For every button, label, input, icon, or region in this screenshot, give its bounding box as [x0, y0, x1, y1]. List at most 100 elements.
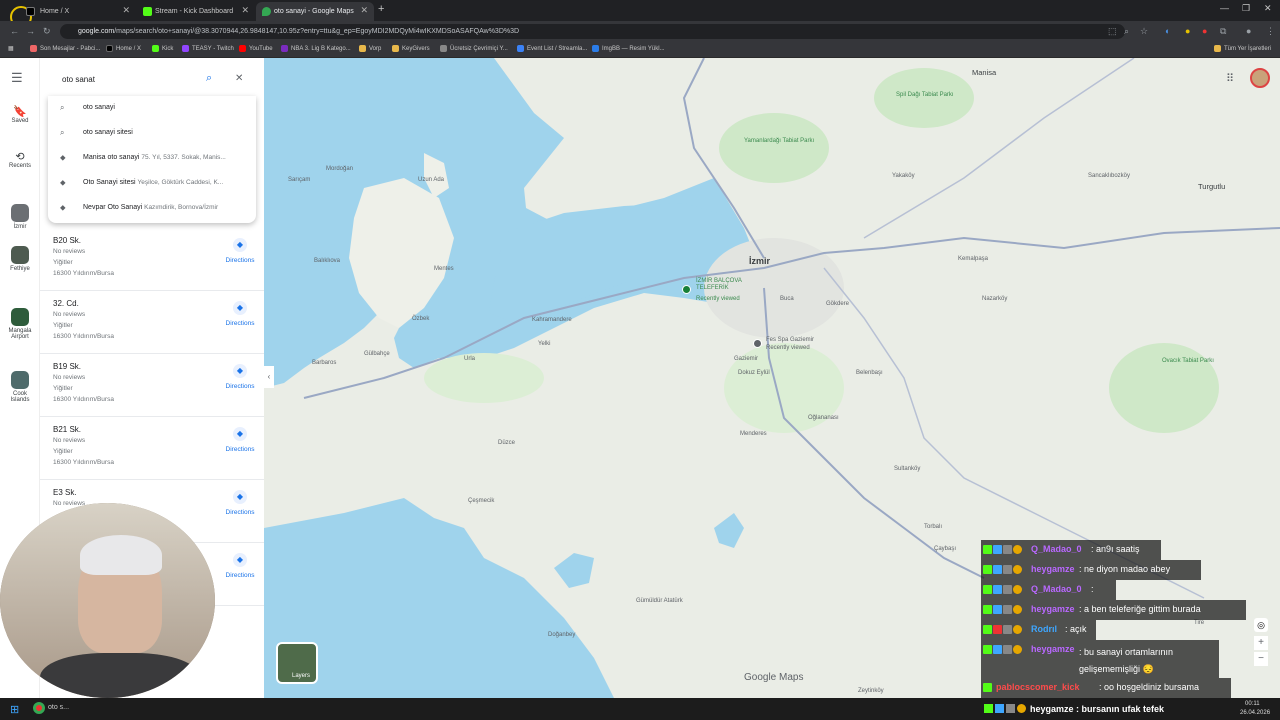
- result-name[interactable]: B19 Sk.: [53, 362, 81, 371]
- bookmark-item[interactable]: Kick: [152, 45, 173, 52]
- chat-username[interactable]: Q_Madao_0: [1031, 584, 1082, 594]
- search-input[interactable]: oto sanat: [62, 75, 95, 84]
- extension-yellow-icon[interactable]: ●: [1185, 26, 1190, 36]
- map-label[interactable]: İZMİR BALÇOVA TELEFERİK: [696, 278, 756, 292]
- rail-mangala-airport[interactable]: Mangala Airport: [4, 308, 36, 340]
- directions-button[interactable]: ◆ Directions: [222, 427, 258, 453]
- directions-button[interactable]: ◆ Directions: [222, 553, 258, 579]
- chrome-taskbar-icon[interactable]: [33, 702, 45, 714]
- result-name[interactable]: B21 Sk.: [53, 425, 81, 434]
- install-icon[interactable]: ⬚: [1108, 26, 1117, 37]
- layers-button[interactable]: Layers: [276, 642, 318, 684]
- menu-icon[interactable]: ☰: [11, 70, 23, 86]
- account-avatar[interactable]: [1250, 68, 1270, 88]
- map-label[interactable]: Buca: [780, 296, 794, 302]
- tab-home-x[interactable]: Home / X ✕: [18, 2, 136, 21]
- bookmark-item[interactable]: Son Mesajlar - Pabci...: [30, 45, 100, 52]
- directions-button[interactable]: ◆ Directions: [222, 301, 258, 327]
- chat-username[interactable]: heygamze: [1031, 644, 1075, 654]
- tab-google-maps[interactable]: oto sanayi - Google Maps ✕: [256, 2, 374, 21]
- map-label[interactable]: Mordoğan: [326, 166, 353, 172]
- search-icon[interactable]: ⌕: [206, 72, 212, 85]
- suggestion-item[interactable]: ⌕ oto sanayi sitesi: [48, 121, 256, 146]
- apps-icon[interactable]: ▦: [8, 45, 14, 52]
- map-label[interactable]: Turgutlu: [1198, 182, 1225, 191]
- new-tab-button[interactable]: +: [378, 3, 384, 15]
- close-icon[interactable]: ✕: [122, 5, 130, 16]
- chat-username[interactable]: heygamze: [1031, 564, 1075, 574]
- bookmark-item[interactable]: KeyGivers: [392, 45, 430, 52]
- extension-blue-icon[interactable]: ◐: [1165, 26, 1170, 36]
- map-label[interactable]: Mentes: [434, 266, 454, 272]
- map-label[interactable]: Nazarköy: [982, 296, 1007, 302]
- map-label[interactable]: Zeytinköy: [858, 688, 884, 694]
- chat-username[interactable]: heygamze: [1031, 604, 1075, 614]
- map-label[interactable]: Recently viewed: [766, 345, 810, 351]
- map-label[interactable]: Doğanbey: [548, 632, 575, 638]
- map-label[interactable]: Fes Spa Gaziemir: [766, 337, 814, 343]
- bookmark-star-icon[interactable]: ☆: [1140, 26, 1148, 37]
- map-label[interactable]: Gaziemir: [734, 356, 758, 362]
- all-bookmarks[interactable]: Tüm Yer İşaretleri: [1214, 45, 1271, 52]
- map-label[interactable]: Sarıçam: [288, 177, 310, 183]
- map-label[interactable]: Kemalpaşa: [958, 256, 988, 262]
- map-label[interactable]: Yakaköy: [892, 173, 915, 179]
- map-label[interactable]: Uzun Ada: [418, 177, 444, 183]
- bookmark-item[interactable]: Event List / Streamla...: [517, 45, 587, 52]
- directions-button[interactable]: ◆ Directions: [222, 238, 258, 264]
- bookmark-item[interactable]: TEASY - Twitch: [182, 45, 234, 52]
- zoom-icon[interactable]: ⌕: [1124, 26, 1129, 37]
- maximize-button[interactable]: ❐: [1242, 3, 1250, 14]
- map-label[interactable]: Manisa: [972, 68, 996, 77]
- windows-start-icon[interactable]: ⊞: [10, 703, 19, 716]
- bookmark-item[interactable]: Home / X: [106, 45, 141, 52]
- chat-username[interactable]: pablocscomer_kick: [996, 682, 1080, 692]
- minimize-button[interactable]: —: [1220, 3, 1229, 13]
- map-label[interactable]: Ovacık Tabiat Parkı: [1162, 358, 1214, 364]
- result-name[interactable]: B20 Sk.: [53, 236, 81, 245]
- bookmark-item[interactable]: Vorp: [359, 45, 381, 52]
- profile-avatar-icon[interactable]: ●: [1246, 26, 1251, 36]
- spa-pin-icon[interactable]: [753, 339, 762, 348]
- suggestion-item[interactable]: ⌕ oto sanayi: [48, 96, 256, 121]
- map-label[interactable]: Gümüldür Atatürk: [636, 598, 683, 604]
- rail-fethiye[interactable]: Fethiye: [4, 246, 36, 272]
- map-label[interactable]: Gökdere: [826, 301, 849, 307]
- close-icon[interactable]: ✕: [241, 5, 249, 16]
- chat-username[interactable]: Q_Madao_0: [1031, 544, 1082, 554]
- tab-kick-dashboard[interactable]: Stream - Kick Dashboard ✕: [137, 2, 255, 21]
- map-label[interactable]: İzmir: [749, 256, 770, 266]
- map-label[interactable]: Kahramandere: [532, 317, 572, 323]
- map-label[interactable]: Belenbaşı: [856, 370, 883, 376]
- result-card[interactable]: B19 Sk. No reviews Yiğitler 16300 Yıldır…: [40, 354, 264, 417]
- result-card[interactable]: 32. Cd. No reviews Yiğitler 16300 Yıldır…: [40, 291, 264, 354]
- collapse-panel-button[interactable]: ‹: [264, 366, 274, 388]
- map-label[interactable]: Sancaklıbozköy: [1088, 173, 1130, 179]
- map-label[interactable]: Spil Dağı Tabiat Parkı: [896, 92, 954, 98]
- suggestion-item[interactable]: ⬥ Oto Sanayi sitesi Yeşilce, Göktürk Cad…: [48, 171, 256, 196]
- close-icon[interactable]: ✕: [360, 5, 368, 16]
- teleferik-pin-icon[interactable]: [682, 285, 691, 294]
- map-label[interactable]: Sultanköy: [894, 466, 920, 472]
- bookmark-item[interactable]: ImgBB — Resim Yükl...: [592, 45, 665, 52]
- suggestion-item[interactable]: ⬥ Nevpar Oto Sanayi Kazımdirik, Bornova/…: [48, 196, 256, 221]
- rail-saved[interactable]: 🔖 Saved: [4, 105, 36, 124]
- map-label[interactable]: Gülbahçe: [364, 351, 390, 357]
- map-label[interactable]: Barbaros: [312, 360, 336, 366]
- map-label[interactable]: Çeşmecik: [468, 498, 494, 504]
- reload-icon[interactable]: ↻: [43, 26, 51, 37]
- map-label[interactable]: Özbek: [412, 316, 429, 322]
- map-label[interactable]: Oğlananası: [808, 415, 839, 421]
- rail-cook-islands[interactable]: Cook Islands: [4, 371, 36, 403]
- map-label[interactable]: Düzce: [498, 440, 515, 446]
- result-name[interactable]: 32. Cd.: [53, 299, 79, 308]
- rail-recents[interactable]: ⟲ Recents: [4, 150, 36, 169]
- map-label[interactable]: Dokuz Eylül: [738, 370, 770, 376]
- map-label[interactable]: Urla: [464, 356, 475, 362]
- apps-grid-icon[interactable]: ⠿: [1226, 72, 1234, 85]
- bookmark-item[interactable]: YouTube: [239, 45, 273, 52]
- map-label[interactable]: Menderes: [740, 431, 767, 437]
- close-window-button[interactable]: ✕: [1264, 3, 1272, 14]
- extensions-icon[interactable]: ⧉: [1220, 26, 1226, 37]
- close-icon[interactable]: ✕: [235, 73, 243, 84]
